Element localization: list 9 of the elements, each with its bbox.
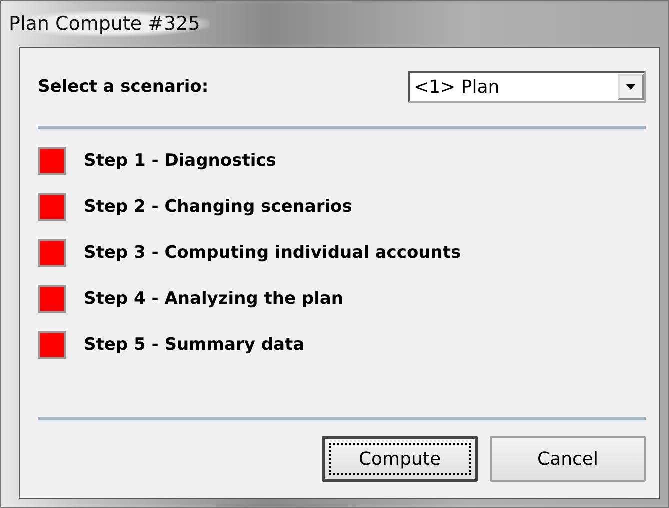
step-label: Step 2 - Changing scenarios — [84, 197, 352, 217]
dialog-button[interactable]: Cancel — [490, 436, 646, 482]
step-label: Step 1 - Diagnostics — [84, 151, 276, 171]
step-label: Step 4 - Analyzing the plan — [84, 289, 344, 309]
scenario-dropdown[interactable]: <1> Plan — [408, 71, 646, 103]
dialog-button[interactable]: Compute — [322, 436, 478, 482]
scenario-label: Select a scenario: — [38, 77, 209, 97]
step-label: Step 3 - Computing individual accounts — [84, 243, 462, 263]
step-label: Step 5 - Summary data — [84, 335, 305, 355]
